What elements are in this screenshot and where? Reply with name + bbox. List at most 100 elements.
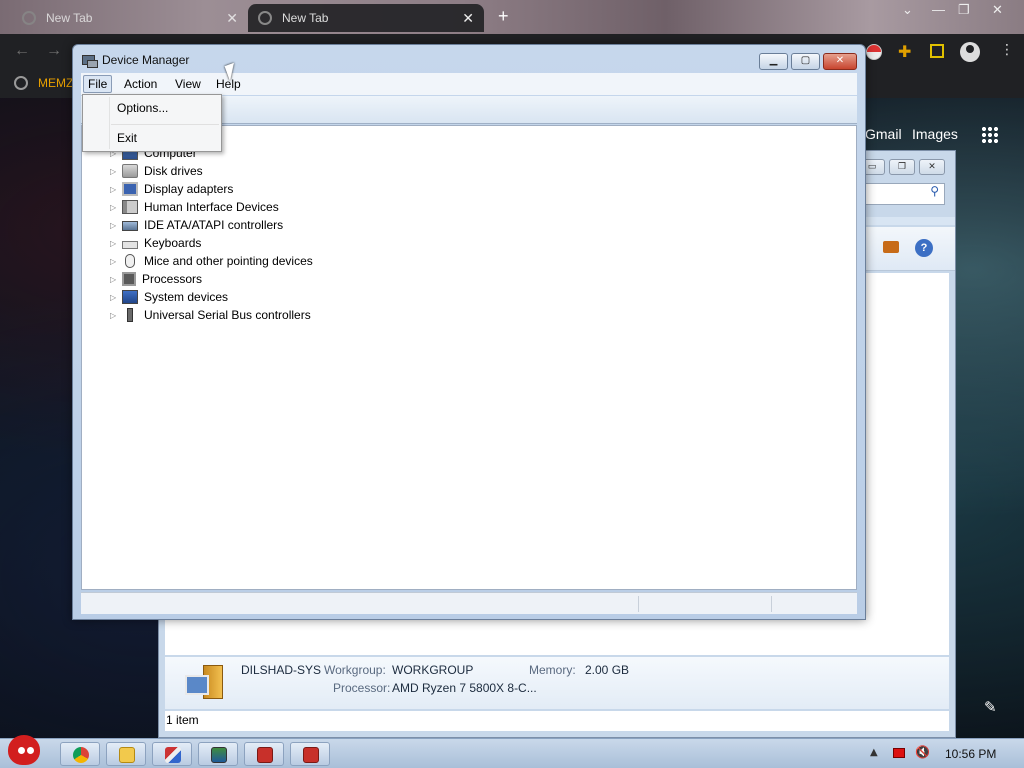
paint-icon bbox=[165, 747, 181, 763]
expand-arrow-icon[interactable]: ▷ bbox=[110, 293, 118, 302]
taskbar-app-button[interactable] bbox=[244, 742, 284, 766]
pencil-icon[interactable]: ✎ bbox=[984, 698, 997, 716]
close-icon[interactable]: ✕ bbox=[919, 159, 945, 175]
expand-arrow-icon[interactable]: ▷ bbox=[110, 185, 118, 194]
taskbar-clock[interactable]: 10:56 PM bbox=[945, 747, 996, 761]
file-menu-dropdown: Options... Exit bbox=[82, 94, 222, 152]
bird-eye bbox=[18, 747, 25, 754]
expand-arrow-icon[interactable]: ▷ bbox=[110, 257, 118, 266]
maximize-button[interactable]: ▢ bbox=[791, 53, 820, 70]
menu-action[interactable]: Action bbox=[120, 75, 161, 93]
explorer-window-controls: ▭ ❐ ✕ bbox=[859, 159, 945, 175]
tree-item-usb-controllers[interactable]: ▷ Universal Serial Bus controllers bbox=[110, 306, 311, 324]
menu-view[interactable]: View bbox=[171, 75, 205, 93]
expand-arrow-icon[interactable]: ▷ bbox=[110, 311, 118, 320]
taskbar-app-button[interactable] bbox=[290, 742, 330, 766]
taskbar-app-button[interactable] bbox=[152, 742, 192, 766]
close-button[interactable]: ✕ bbox=[823, 53, 857, 70]
expand-arrow-icon[interactable]: ▷ bbox=[110, 203, 118, 212]
mail-icon[interactable] bbox=[883, 241, 899, 253]
maximize-icon[interactable]: ❐ bbox=[889, 159, 915, 175]
restore-icon[interactable]: ❐ bbox=[958, 2, 970, 18]
browser-tabstrip: New Tab ✕ New Tab ✕ + ⌄ — ❐ ✕ bbox=[0, 0, 1024, 34]
bookmark-label: MEMZ bbox=[38, 76, 74, 90]
tree-item-keyboards[interactable]: ▷ Keyboards bbox=[110, 234, 201, 252]
expand-arrow-icon[interactable]: ▷ bbox=[110, 275, 118, 284]
folder-icon bbox=[119, 747, 135, 763]
bookmark-memz[interactable]: MEMZ bbox=[14, 76, 73, 90]
taskbar-explorer-button[interactable] bbox=[106, 742, 146, 766]
taskbar-chrome-button[interactable] bbox=[60, 742, 100, 766]
tree-item-system-devices[interactable]: ▷ System devices bbox=[110, 288, 228, 306]
side-panel-icon[interactable] bbox=[930, 44, 944, 58]
keyboard-icon bbox=[122, 240, 138, 249]
close-icon[interactable]: ✕ bbox=[992, 2, 1003, 18]
minimize-icon[interactable]: — bbox=[932, 2, 945, 17]
expand-arrow-icon[interactable]: ▷ bbox=[110, 239, 118, 248]
taskbar-device-manager-button[interactable] bbox=[198, 742, 238, 766]
tree-item-mice[interactable]: ▷ Mice and other pointing devices bbox=[110, 252, 313, 270]
memory-value: 2.00 GB bbox=[585, 663, 630, 677]
extensions-puzzle-icon[interactable]: ✚ bbox=[898, 42, 911, 61]
chrome-icon bbox=[73, 747, 89, 763]
computer-icon bbox=[185, 665, 225, 701]
hid-icon bbox=[122, 200, 138, 214]
chevron-down-icon[interactable]: ⌄ bbox=[902, 2, 913, 18]
toolbox-icon bbox=[257, 747, 273, 763]
chrome-favicon-icon bbox=[22, 11, 36, 25]
gmail-link[interactable]: Gmail bbox=[865, 126, 902, 142]
tree-item-ide-controllers[interactable]: ▷ IDE ATA/ATAPI controllers bbox=[110, 216, 283, 234]
window-title-text: Device Manager bbox=[102, 53, 190, 67]
processor-icon bbox=[122, 272, 136, 286]
tree-item-disk-drives[interactable]: ▷ Disk drives bbox=[110, 162, 203, 180]
extension-flag-icon[interactable] bbox=[866, 44, 882, 60]
menu-file[interactable]: File bbox=[83, 75, 113, 93]
back-arrow-icon[interactable]: ← bbox=[14, 42, 30, 60]
usb-controller-icon bbox=[127, 308, 133, 322]
action-center-icon[interactable] bbox=[893, 748, 905, 758]
menu-item-exit[interactable]: Exit bbox=[117, 128, 137, 148]
profile-avatar[interactable] bbox=[960, 42, 980, 62]
status-bar bbox=[81, 592, 857, 614]
tree-item-label: Display adapters bbox=[144, 182, 234, 196]
status-divider bbox=[638, 596, 639, 612]
bird-eye bbox=[27, 747, 34, 754]
minimize-button[interactable]: ▁ bbox=[759, 53, 788, 70]
device-manager-icon bbox=[81, 53, 98, 68]
explorer-status-text: 1 item bbox=[165, 711, 949, 731]
tree-item-display-adapters[interactable]: ▷ Display adapters bbox=[110, 180, 233, 198]
browser-tab-active[interactable]: New Tab ✕ bbox=[248, 4, 484, 32]
workgroup-label: Workgroup: bbox=[324, 663, 386, 677]
tree-item-human-interface-devices[interactable]: ▷ Human Interface Devices bbox=[110, 198, 279, 216]
close-icon[interactable]: ✕ bbox=[462, 10, 474, 27]
tree-item-processors[interactable]: ▷ Processors bbox=[110, 270, 202, 288]
menu-separator bbox=[111, 124, 219, 125]
menu-item-options[interactable]: Options... bbox=[117, 98, 168, 118]
tree-item-label: Disk drives bbox=[144, 164, 203, 178]
ide-controller-icon bbox=[122, 221, 138, 231]
toolbox-icon bbox=[303, 747, 319, 763]
tree-item-label: Human Interface Devices bbox=[144, 200, 279, 214]
new-tab-icon[interactable]: + bbox=[498, 6, 509, 27]
mouse-icon bbox=[125, 254, 135, 268]
status-divider bbox=[771, 596, 772, 612]
chrome-favicon-icon bbox=[258, 11, 272, 25]
help-icon[interactable]: ? bbox=[915, 239, 933, 257]
images-link[interactable]: Images bbox=[912, 126, 958, 142]
system-device-icon bbox=[122, 290, 138, 304]
computer-name: DILSHAD-SYS bbox=[241, 663, 322, 677]
expand-arrow-icon[interactable]: ▷ bbox=[110, 167, 118, 176]
expand-arrow-icon[interactable]: ▷ bbox=[110, 221, 118, 230]
show-hidden-icons[interactable]: ▲ bbox=[870, 747, 878, 758]
google-apps-icon[interactable] bbox=[981, 126, 999, 144]
processor-value: AMD Ryzen 7 5800X 8-C... bbox=[392, 681, 537, 695]
close-icon[interactable]: ✕ bbox=[226, 10, 238, 27]
browser-tab[interactable]: New Tab ✕ bbox=[12, 4, 248, 32]
device-tree: ▷ Computer ▷ Disk drives ▷ Display adapt… bbox=[81, 125, 857, 590]
tree-item-label: Processors bbox=[142, 272, 203, 286]
more-menu-icon[interactable]: ⋮ bbox=[1000, 42, 1014, 58]
speaker-muted-icon[interactable]: 🔇 bbox=[915, 745, 930, 759]
forward-arrow-icon[interactable]: → bbox=[46, 42, 62, 60]
start-button[interactable] bbox=[4, 731, 44, 768]
computer-management-icon bbox=[211, 747, 227, 763]
